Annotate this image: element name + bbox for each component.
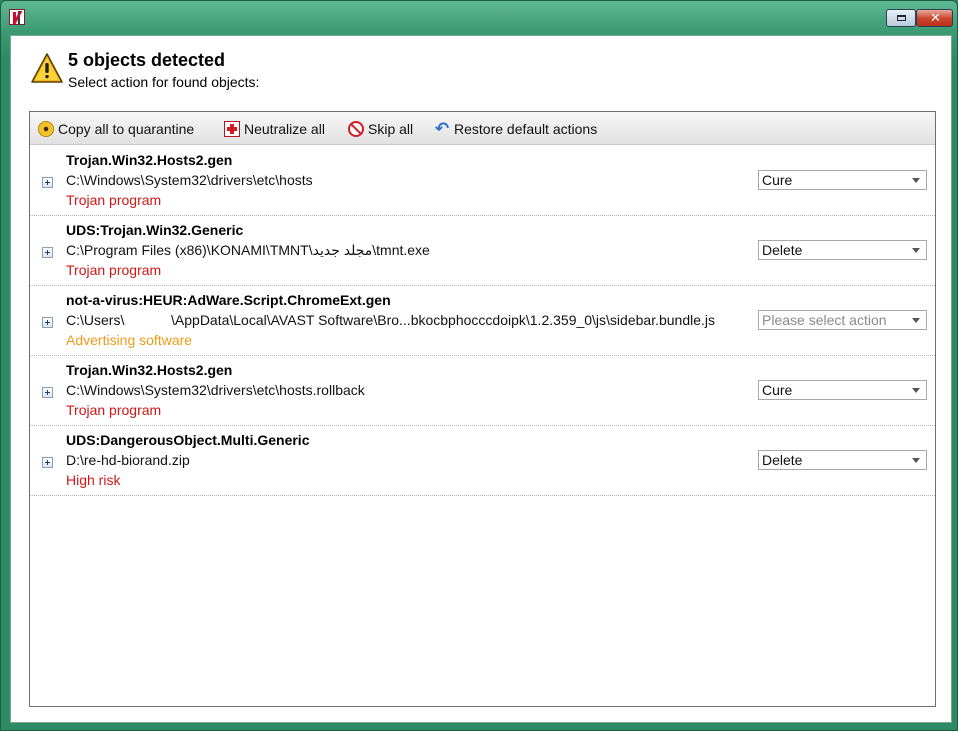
red-cross-icon	[224, 121, 240, 137]
threat-type: Trojan program	[66, 402, 162, 418]
actions-toolbar: Copy all to quarantine Neutralize all Sk…	[30, 112, 935, 145]
object-path: D:\re-hd-biorand.zip	[66, 452, 190, 468]
skip-all-button[interactable]: Skip all	[348, 120, 413, 138]
threat-type: High risk	[66, 472, 121, 488]
threat-name: UDS:DangerousObject.Multi.Generic	[66, 432, 310, 448]
undo-arrow-icon: ↶	[434, 119, 450, 138]
action-select[interactable]: Please select action	[758, 310, 927, 330]
dropdown-arrow-icon	[912, 388, 920, 393]
action-select[interactable]: Cure	[758, 170, 927, 190]
stop-icon	[348, 121, 364, 137]
object-path: C:\Windows\System32\drivers\etc\hosts	[66, 172, 313, 188]
action-select-value: Cure	[762, 382, 793, 398]
threat-type: Trojan program	[66, 262, 162, 278]
title-bar[interactable]: ✕	[1, 1, 957, 35]
threat-name: Trojan.Win32.Hosts2.gen	[66, 152, 233, 168]
dropdown-arrow-icon	[912, 318, 920, 323]
detected-object-row: not-a-virus:HEUR:AdWare.Script.ChromeExt…	[30, 285, 935, 356]
detected-object-row: Trojan.Win32.Hosts2.gen C:\Windows\Syste…	[30, 355, 935, 426]
page-subtitle: Select action for found objects:	[68, 74, 260, 90]
action-select-value: Delete	[762, 452, 803, 468]
neutralize-all-button[interactable]: Neutralize all	[224, 120, 325, 138]
detected-object-row: UDS:Trojan.Win32.Generic C:\Program File…	[30, 215, 935, 286]
threat-type: Trojan program	[66, 192, 162, 208]
radiation-icon	[38, 121, 54, 137]
copy-all-to-quarantine-label: Copy all to quarantine	[58, 121, 195, 137]
restore-default-actions-button[interactable]: ↶ Restore default actions	[434, 120, 597, 138]
kaspersky-k-icon	[9, 9, 25, 25]
restore-window-icon	[897, 15, 906, 21]
dropdown-arrow-icon	[912, 248, 920, 253]
restore-default-actions-label: Restore default actions	[454, 121, 598, 137]
dialog-client-area: 5 objects detected Select action for fou…	[10, 35, 952, 723]
expand-toggle[interactable]	[42, 317, 53, 328]
expand-toggle[interactable]	[42, 457, 53, 468]
dropdown-arrow-icon	[912, 458, 920, 463]
expand-toggle[interactable]	[42, 387, 53, 398]
threat-name: not-a-virus:HEUR:AdWare.Script.ChromeExt…	[66, 292, 391, 308]
expand-toggle[interactable]	[42, 247, 53, 258]
object-path: C:\Program Files (x86)\KONAMI\TMNT\مجلد …	[66, 242, 430, 258]
object-path: C:\Users\ \AppData\Local\AVAST Software\…	[66, 312, 716, 328]
threat-name: Trojan.Win32.Hosts2.gen	[66, 362, 233, 378]
dialog-window: ✕ 5 objects detected Select action for f…	[0, 0, 958, 731]
detected-objects-panel: Copy all to quarantine Neutralize all Sk…	[29, 111, 936, 707]
expand-toggle[interactable]	[42, 177, 53, 188]
action-select-value: Cure	[762, 172, 793, 188]
action-select[interactable]: Delete	[758, 450, 927, 470]
close-button[interactable]: ✕	[916, 9, 953, 27]
action-select[interactable]: Delete	[758, 240, 927, 260]
action-select[interactable]: Cure	[758, 380, 927, 400]
detected-object-row: UDS:DangerousObject.Multi.Generic D:\re-…	[30, 425, 935, 496]
page-title: 5 objects detected	[68, 50, 226, 70]
detected-object-row: Trojan.Win32.Hosts2.gen C:\Windows\Syste…	[30, 145, 935, 216]
dropdown-arrow-icon	[912, 178, 920, 183]
skip-all-label: Skip all	[368, 121, 414, 137]
threat-name: UDS:Trojan.Win32.Generic	[66, 222, 244, 238]
restore-button[interactable]	[886, 9, 916, 27]
threat-type: Advertising software	[66, 332, 193, 348]
close-icon: ✕	[930, 10, 941, 25]
object-path: C:\Windows\System32\drivers\etc\hosts.ro…	[66, 382, 365, 398]
warning-triangle-icon	[31, 53, 63, 83]
action-select-value: Please select action	[762, 312, 887, 328]
neutralize-all-label: Neutralize all	[244, 121, 325, 137]
copy-all-to-quarantine-button[interactable]: Copy all to quarantine	[38, 120, 194, 138]
action-select-value: Delete	[762, 242, 803, 258]
